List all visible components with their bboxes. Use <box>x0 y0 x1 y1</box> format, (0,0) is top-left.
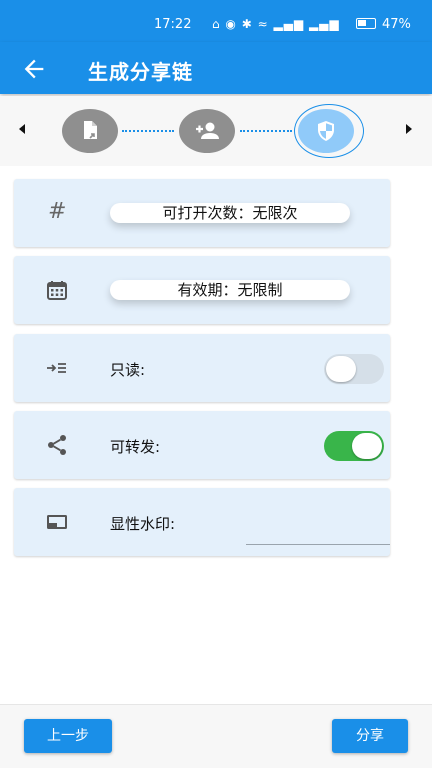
status-bar: 17:22 ⌂ ◉ ✱ ≈ ▂▄▆ ▂▄▆ 47% <box>0 0 432 42</box>
share-icon <box>48 435 66 455</box>
battery-percent: 47% <box>382 17 411 32</box>
calendar-icon <box>47 281 67 300</box>
step-file-share[interactable] <box>62 109 118 153</box>
file-share-icon <box>84 121 97 139</box>
read-only-toggle[interactable] <box>324 354 384 384</box>
previous-step-button[interactable]: 上一步 <box>24 719 112 753</box>
read-only-label: 只读: <box>110 361 146 379</box>
indent-icon <box>47 363 66 373</box>
share-button[interactable]: 分享 <box>332 719 408 753</box>
shield-icon <box>318 121 334 141</box>
toggle-knob <box>326 356 356 382</box>
battery-icon <box>356 18 376 29</box>
back-arrow-icon[interactable] <box>20 55 48 83</box>
hash-icon: # <box>48 199 67 224</box>
page-title: 生成分享链 <box>88 60 193 84</box>
validity-row[interactable]: 有效期：无限制 <box>14 256 390 324</box>
validity-value[interactable]: 有效期：无限制 <box>110 280 350 300</box>
open-count-value[interactable]: 可打开次数：无限次 <box>110 203 350 223</box>
watermark-label: 显性水印: <box>110 515 176 533</box>
stepper-next-arrow-icon[interactable] <box>406 124 412 134</box>
forwardable-label: 可转发: <box>110 438 161 456</box>
step-add-user[interactable] <box>179 109 235 153</box>
watermark-row: 显性水印: <box>14 488 390 556</box>
status-time: 17:22 <box>154 17 192 32</box>
app-bar: 生成分享链 <box>0 42 432 94</box>
add-user-icon <box>196 122 219 139</box>
stepper-prev-arrow-icon[interactable] <box>19 124 25 134</box>
open-count-row[interactable]: # 可打开次数：无限次 <box>14 179 390 247</box>
forwardable-toggle[interactable] <box>324 431 384 461</box>
stepper <box>0 96 432 166</box>
status-icons: ⌂ ◉ ✱ ≈ ▂▄▆ ▂▄▆ <box>212 17 340 31</box>
step-security[interactable] <box>298 109 354 153</box>
stepper-connector <box>122 130 174 132</box>
bottom-bar: 上一步 分享 <box>0 704 432 768</box>
watermark-input[interactable] <box>246 544 390 545</box>
toggle-knob <box>352 433 382 459</box>
stepper-connector <box>240 130 292 132</box>
watermark-icon <box>47 515 67 529</box>
forwardable-row: 可转发: <box>14 411 390 479</box>
read-only-row: 只读: <box>14 334 390 402</box>
